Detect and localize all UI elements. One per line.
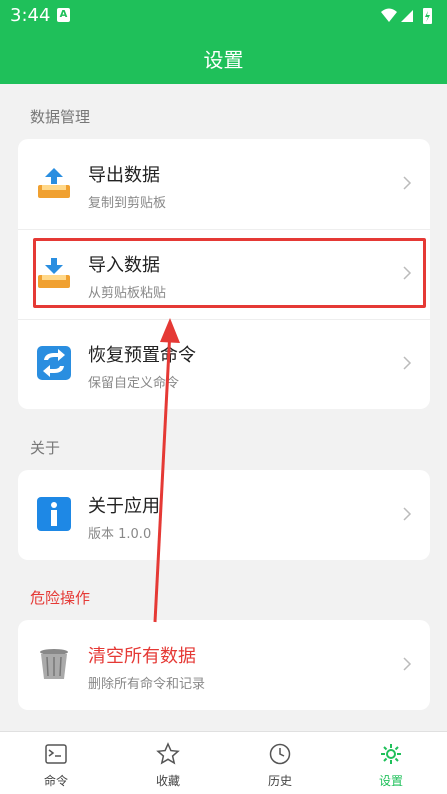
info-icon — [37, 497, 71, 531]
nav-commands-label: 命令 — [43, 774, 68, 788]
about-app-row[interactable]: 关于应用 版本 1.0.0 — [18, 470, 430, 560]
clear-all-data-row[interactable]: 清空所有数据 删除所有命令和记录 — [18, 620, 430, 710]
chevron-right-icon — [403, 657, 412, 671]
section-title-about: 关于 — [30, 439, 61, 457]
trash-icon — [40, 649, 68, 679]
app-bar: 设置 — [0, 32, 447, 84]
about-card: 关于应用 版本 1.0.0 — [18, 470, 430, 560]
restore-commands-title: 恢复预置命令 — [88, 345, 196, 366]
section-title-data: 数据管理 — [30, 108, 91, 126]
notification-a-icon: A — [57, 8, 70, 22]
nav-favorites-label: 收藏 — [155, 774, 180, 788]
export-data-row[interactable]: 导出数据 复制到剪贴板 — [18, 139, 430, 229]
status-icons — [381, 8, 432, 24]
danger-card: 清空所有数据 删除所有命令和记录 — [18, 620, 430, 710]
gear-icon — [381, 744, 401, 764]
clear-all-data-subtitle: 删除所有命令和记录 — [88, 677, 206, 692]
nav-settings[interactable]: 设置 — [335, 732, 447, 794]
chevron-right-icon — [403, 507, 412, 521]
section-title-danger: 危险操作 — [30, 589, 91, 607]
nav-favorites[interactable]: 收藏 — [112, 732, 224, 794]
status-time: 3:44 — [10, 5, 51, 26]
restore-commands-row[interactable]: 恢复预置命令 保留自定义命令 — [18, 319, 430, 409]
nav-settings-label: 设置 — [378, 774, 403, 788]
status-bar: 3:44 A — [0, 0, 447, 32]
chevron-right-icon — [403, 176, 412, 190]
signal-icon — [401, 10, 413, 22]
page-title: 设置 — [203, 48, 244, 72]
nav-commands[interactable]: 命令 — [0, 732, 112, 794]
app-version: 版本 1.0.0 — [88, 527, 152, 542]
bottom-nav: 命令 收藏 历史 设置 — [0, 731, 447, 794]
restore-commands-subtitle: 保留自定义命令 — [88, 376, 180, 391]
chevron-right-icon — [403, 356, 412, 370]
highlight-box — [33, 238, 426, 308]
export-data-title: 导出数据 — [88, 165, 160, 186]
wifi-icon — [381, 8, 397, 22]
clear-all-data-title: 清空所有数据 — [88, 646, 196, 667]
refresh-icon — [37, 346, 71, 380]
terminal-icon — [45, 744, 67, 764]
star-icon — [156, 742, 180, 765]
upload-tray-icon — [38, 168, 70, 198]
export-data-subtitle: 复制到剪贴板 — [88, 196, 167, 211]
nav-history-label: 历史 — [267, 774, 292, 788]
nav-history[interactable]: 历史 — [224, 732, 336, 794]
about-app-title: 关于应用 — [88, 496, 160, 517]
clock-icon — [269, 743, 291, 765]
